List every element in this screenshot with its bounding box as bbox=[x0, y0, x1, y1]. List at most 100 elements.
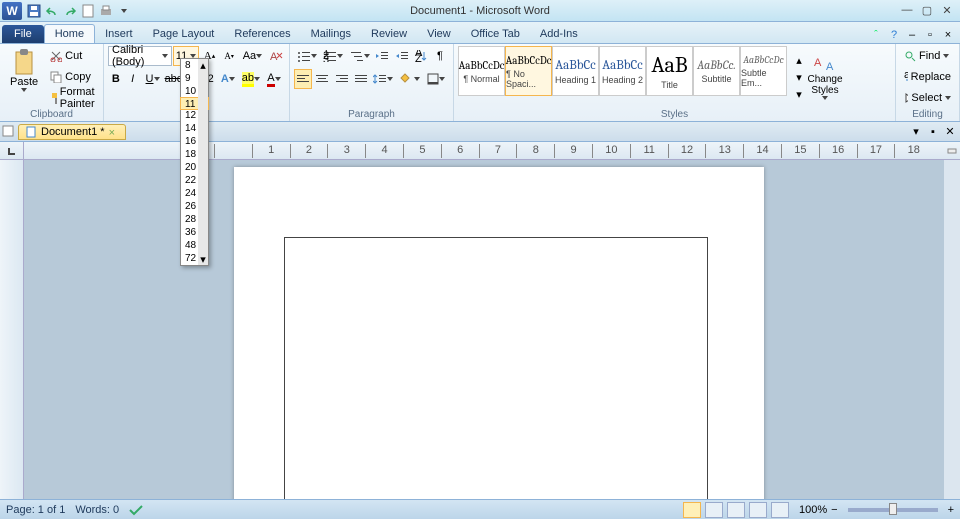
print-icon[interactable] bbox=[98, 3, 114, 19]
minimize-ribbon-icon[interactable]: ˆ bbox=[868, 27, 884, 43]
qat-more-icon[interactable] bbox=[116, 3, 132, 19]
style-item-6[interactable]: AaBbCcDcSubtle Em... bbox=[740, 46, 787, 96]
web-layout-view-button[interactable] bbox=[727, 502, 745, 518]
close-button[interactable]: ✕ bbox=[938, 2, 956, 18]
tab-page-layout[interactable]: Page Layout bbox=[143, 25, 225, 43]
align-center-button[interactable] bbox=[313, 69, 331, 89]
help-icon[interactable]: ? bbox=[886, 27, 902, 43]
tab-list-icon[interactable]: ▪ bbox=[925, 124, 941, 140]
horizontal-ruler[interactable]: 123456789101112131415161718 bbox=[24, 142, 944, 159]
shrink-font-button[interactable]: A▾ bbox=[220, 46, 239, 66]
numbering-button[interactable]: 123 bbox=[320, 46, 345, 66]
shading-button[interactable] bbox=[397, 69, 422, 89]
ruler-mark: 4 bbox=[365, 144, 403, 158]
paste-button[interactable]: Paste bbox=[4, 46, 44, 108]
page-status[interactable]: Page: 1 of 1 bbox=[6, 504, 65, 516]
align-right-button[interactable] bbox=[332, 69, 350, 89]
draft-view-button[interactable] bbox=[771, 502, 789, 518]
increase-indent-button[interactable] bbox=[392, 46, 410, 66]
scroll-down-icon[interactable]: ▾ bbox=[198, 253, 208, 265]
word-count[interactable]: Words: 0 bbox=[75, 504, 119, 516]
redo-icon[interactable] bbox=[62, 3, 78, 19]
borders-button[interactable] bbox=[424, 69, 449, 89]
ruler-mark: 10 bbox=[592, 144, 630, 158]
align-left-button[interactable] bbox=[294, 69, 312, 89]
font-color-button[interactable]: A bbox=[263, 69, 285, 89]
style-item-2[interactable]: AaBbCcHeading 1 bbox=[552, 46, 599, 96]
dropdown-scrollbar[interactable]: ▴ ▾ bbox=[198, 59, 208, 265]
text-area[interactable] bbox=[284, 237, 708, 517]
underline-button[interactable]: U bbox=[142, 69, 164, 89]
minimize-button[interactable]: — bbox=[898, 2, 916, 18]
svg-text:A: A bbox=[270, 51, 278, 63]
format-painter-button[interactable]: Format Painter bbox=[46, 88, 104, 108]
status-bar: Page: 1 of 1 Words: 0 100% − + bbox=[0, 499, 960, 519]
clear-formatting-button[interactable]: A bbox=[266, 46, 285, 66]
cut-button[interactable]: Cut bbox=[46, 46, 104, 66]
outline-view-button[interactable] bbox=[749, 502, 767, 518]
tab-selector[interactable] bbox=[0, 142, 24, 159]
zoom-out-button[interactable]: − bbox=[831, 504, 837, 516]
style-item-0[interactable]: AaBbCcDc¶ Normal bbox=[458, 46, 505, 96]
text-effects-button[interactable]: A bbox=[217, 69, 239, 89]
zoom-in-button[interactable]: + bbox=[948, 504, 954, 516]
multilevel-list-button[interactable] bbox=[347, 46, 372, 66]
tab-review[interactable]: Review bbox=[361, 25, 417, 43]
font-name-combo[interactable]: Calibri (Body) bbox=[108, 46, 172, 66]
tab-file[interactable]: File bbox=[2, 25, 44, 43]
maximize-button[interactable]: ▢ bbox=[918, 2, 936, 18]
zoom-level[interactable]: 100% bbox=[799, 504, 827, 516]
close-tab-icon[interactable]: × bbox=[109, 127, 119, 137]
save-icon[interactable] bbox=[26, 3, 42, 19]
new-icon[interactable] bbox=[80, 3, 96, 19]
replace-button[interactable]: abReplace bbox=[900, 67, 955, 87]
vertical-scrollbar[interactable] bbox=[944, 160, 960, 517]
tab-view[interactable]: View bbox=[417, 25, 461, 43]
style-item-3[interactable]: AaBbCcHeading 2 bbox=[599, 46, 646, 96]
group-editing: Find abReplace Select Editing bbox=[896, 44, 960, 121]
change-case-button[interactable]: Aa bbox=[239, 46, 265, 66]
highlight-button[interactable]: ab bbox=[240, 69, 262, 89]
tab-addins[interactable]: Add-Ins bbox=[530, 25, 588, 43]
style-gallery[interactable]: AaBbCcDc¶ NormalAaBbCcDc¶ No Spaci...AaB… bbox=[458, 46, 787, 108]
vertical-ruler[interactable] bbox=[0, 160, 24, 517]
app-close-icon[interactable]: × bbox=[940, 27, 956, 43]
style-item-1[interactable]: AaBbCcDc¶ No Spaci... bbox=[505, 46, 552, 96]
bold-button[interactable]: B bbox=[108, 69, 124, 89]
zoom-slider[interactable] bbox=[848, 508, 938, 512]
style-item-4[interactable]: AaBTitle bbox=[646, 46, 693, 96]
horizontal-ruler-area: 123456789101112131415161718 bbox=[0, 142, 960, 160]
tab-prev-icon[interactable]: ▾ bbox=[908, 124, 924, 140]
zoom-thumb[interactable] bbox=[889, 503, 897, 515]
spell-check-icon[interactable] bbox=[129, 504, 143, 516]
ruler-toggle-icon[interactable] bbox=[944, 142, 960, 159]
change-styles-button[interactable]: AA Change Styles bbox=[803, 46, 847, 108]
print-layout-view-button[interactable] bbox=[683, 502, 701, 518]
italic-button[interactable]: I bbox=[125, 69, 141, 89]
ruler-mark: 5 bbox=[403, 144, 441, 158]
decrease-indent-button[interactable] bbox=[373, 46, 391, 66]
find-button[interactable]: Find bbox=[900, 46, 955, 66]
document-tab[interactable]: Document1 * × bbox=[18, 124, 126, 140]
select-button[interactable]: Select bbox=[900, 88, 955, 108]
line-spacing-button[interactable] bbox=[371, 69, 396, 89]
tab-insert[interactable]: Insert bbox=[95, 25, 143, 43]
show-marks-button[interactable]: ¶ bbox=[431, 46, 449, 66]
tab-office-tab[interactable]: Office Tab bbox=[461, 25, 530, 43]
full-screen-view-button[interactable] bbox=[705, 502, 723, 518]
tab-home[interactable]: Home bbox=[44, 24, 95, 43]
app-restore-icon[interactable]: ▫ bbox=[922, 27, 938, 43]
undo-icon[interactable] bbox=[44, 3, 60, 19]
scroll-up-icon[interactable]: ▴ bbox=[198, 59, 208, 71]
tab-close-all-icon[interactable]: ✕ bbox=[942, 124, 958, 140]
copy-button[interactable]: Copy bbox=[46, 67, 104, 87]
tab-references[interactable]: References bbox=[224, 25, 300, 43]
bullets-button[interactable] bbox=[294, 46, 319, 66]
doc-tabs-menu-icon[interactable] bbox=[2, 125, 16, 139]
justify-button[interactable] bbox=[352, 69, 370, 89]
style-item-5[interactable]: AaBbCc.Subtitle bbox=[693, 46, 740, 96]
tab-mailings[interactable]: Mailings bbox=[301, 25, 361, 43]
page-area[interactable] bbox=[24, 160, 960, 517]
app-minimize-icon[interactable]: – bbox=[904, 27, 920, 43]
sort-button[interactable]: AZ bbox=[412, 46, 430, 66]
